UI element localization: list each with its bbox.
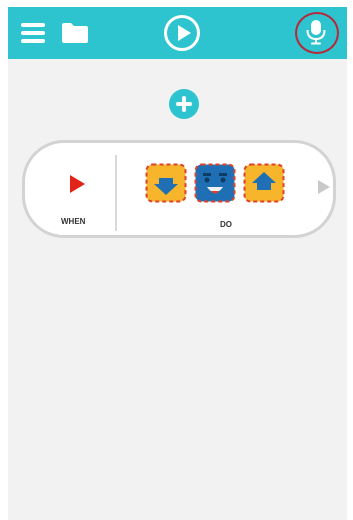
rule-card: WHEN DO <box>22 140 336 238</box>
when-label: WHEN <box>61 217 86 226</box>
folder-icon[interactable] <box>60 22 90 44</box>
section-divider <box>115 155 117 231</box>
move-down-block[interactable] <box>145 163 187 203</box>
chevron-right-icon[interactable] <box>317 179 331 195</box>
plus-icon <box>176 96 192 112</box>
face-icon <box>194 163 236 203</box>
do-label: DO <box>220 220 232 229</box>
microphone-icon <box>306 20 326 45</box>
menu-icon[interactable] <box>20 21 46 45</box>
mic-button[interactable] <box>295 12 339 54</box>
app-screen: WHEN DO <box>8 7 347 520</box>
arrow-down-icon <box>145 163 187 203</box>
face-block[interactable] <box>194 163 236 203</box>
top-toolbar <box>8 7 347 59</box>
add-rule-button[interactable] <box>169 89 199 119</box>
play-button[interactable] <box>163 14 201 52</box>
when-trigger-play-icon[interactable] <box>67 173 87 195</box>
arrow-up-icon <box>243 163 285 203</box>
move-up-block[interactable] <box>243 163 285 203</box>
